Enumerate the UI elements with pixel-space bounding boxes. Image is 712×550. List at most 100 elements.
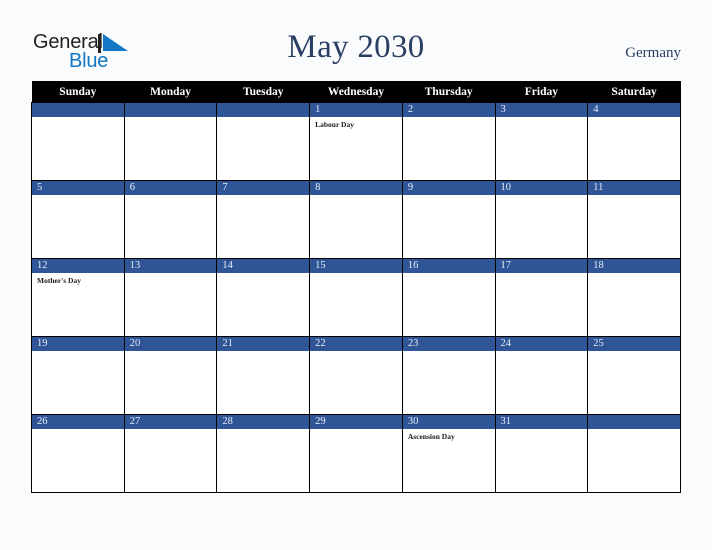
calendar-day-cell[interactable]: 29 (309, 414, 403, 493)
calendar-day-cell[interactable]: 1 Labour Day (309, 102, 403, 181)
day-events (125, 195, 217, 198)
day-number: 21 (217, 337, 310, 351)
day-number: 11 (588, 181, 680, 195)
calendar-body: 1 Labour Day 2 3 4 5 6 7 8 9 10 11 12 Mother's Day 13 1… (31, 102, 681, 493)
day-events (588, 351, 680, 354)
day-events (496, 195, 588, 198)
calendar-day-cell[interactable]: 19 (31, 336, 125, 415)
day-number: 29 (310, 415, 402, 429)
weekday-header-monday: Monday (124, 81, 217, 103)
calendar-day-cell[interactable]: 15 (309, 258, 403, 337)
day-number: 28 (217, 415, 310, 429)
weekday-header-row: Sunday Monday Tuesday Wednesday Thursday… (31, 81, 681, 103)
page-header: General Blue May 2030 Germany (0, 0, 712, 81)
day-number: 2 (402, 103, 495, 117)
calendar-empty-cell[interactable] (31, 102, 125, 181)
day-events (403, 351, 495, 354)
weekday-header-wednesday: Wednesday (309, 81, 403, 103)
day-number: 25 (588, 337, 680, 351)
day-number: 20 (124, 337, 217, 351)
day-number: 4 (588, 103, 680, 117)
day-events (32, 195, 124, 198)
calendar-day-cell[interactable]: 21 (216, 336, 311, 415)
calendar-day-cell[interactable]: 10 (494, 180, 589, 259)
weekday-header-saturday: Saturday (587, 81, 681, 103)
weekday-header-friday: Friday (495, 81, 588, 103)
calendar-day-cell[interactable]: 11 (587, 180, 681, 259)
calendar-day-cell[interactable]: 27 (123, 414, 218, 493)
page-title: May 2030 (287, 29, 425, 65)
day-number (32, 103, 124, 117)
day-events (496, 429, 588, 432)
day-events (588, 117, 680, 120)
day-events (310, 195, 402, 198)
day-number: 9 (402, 181, 495, 195)
day-number: 10 (495, 181, 588, 195)
calendar-day-cell[interactable]: 9 (401, 180, 496, 259)
calendar-empty-cell[interactable] (123, 102, 218, 181)
day-events (496, 273, 588, 276)
day-events: Mother's Day (32, 273, 124, 286)
calendar-day-cell[interactable]: 12 Mother's Day (31, 258, 125, 337)
day-number: 3 (495, 103, 588, 117)
calendar-week-row: 26 27 28 29 30 Ascension Day 31 (31, 414, 681, 493)
day-number: 15 (310, 259, 402, 273)
calendar-day-cell[interactable]: 26 (31, 414, 125, 493)
country-label: Germany (625, 45, 681, 61)
day-events (32, 351, 124, 354)
calendar-week-row: 19 20 21 22 23 24 25 (31, 336, 681, 415)
day-number: 18 (588, 259, 680, 273)
day-events (125, 117, 217, 120)
calendar-week-row: 1 Labour Day 2 3 4 (31, 102, 681, 181)
calendar-page: General Blue May 2030 Germany Sunday Mon… (0, 0, 712, 550)
calendar-day-cell[interactable]: 16 (401, 258, 496, 337)
calendar-day-cell[interactable]: 31 (494, 414, 589, 493)
day-number: 1 (310, 103, 402, 117)
day-number: 30 (402, 415, 495, 429)
day-events (217, 351, 309, 354)
day-number: 16 (402, 259, 495, 273)
calendar-day-cell[interactable]: 24 (494, 336, 589, 415)
calendar-empty-cell[interactable] (216, 102, 311, 181)
day-events: Ascension Day (403, 429, 495, 442)
calendar-day-cell[interactable]: 23 (401, 336, 496, 415)
calendar-day-cell[interactable]: 6 (123, 180, 218, 259)
calendar-day-cell[interactable]: 17 (494, 258, 589, 337)
day-number: 13 (124, 259, 217, 273)
calendar-day-cell[interactable]: 18 (587, 258, 681, 337)
day-number: 19 (32, 337, 124, 351)
calendar-day-cell[interactable]: 14 (216, 258, 311, 337)
event-label: Labour Day (315, 120, 354, 129)
day-events (125, 429, 217, 432)
event-label: Mother's Day (37, 276, 81, 285)
calendar-day-cell[interactable]: 22 (309, 336, 403, 415)
calendar-day-cell[interactable]: 20 (123, 336, 218, 415)
calendar-day-cell[interactable]: 7 (216, 180, 311, 259)
day-events (217, 429, 309, 432)
calendar-day-cell[interactable]: 25 (587, 336, 681, 415)
calendar-day-cell[interactable]: 8 (309, 180, 403, 259)
calendar-day-cell[interactable]: 13 (123, 258, 218, 337)
calendar-day-cell[interactable]: 30 Ascension Day (401, 414, 496, 493)
calendar-week-row: 12 Mother's Day 13 14 15 16 17 18 (31, 258, 681, 337)
day-number: 12 (32, 259, 124, 273)
day-events (310, 273, 402, 276)
day-events (125, 273, 217, 276)
calendar-day-cell[interactable]: 2 (401, 102, 496, 181)
calendar-weekday-header: Sunday Monday Tuesday Wednesday Thursday… (31, 81, 681, 103)
day-number: 31 (495, 415, 588, 429)
day-number: 24 (495, 337, 588, 351)
calendar-day-cell[interactable]: 5 (31, 180, 125, 259)
day-events (125, 351, 217, 354)
day-number: 7 (217, 181, 310, 195)
calendar-empty-cell[interactable] (587, 414, 681, 493)
day-events (310, 351, 402, 354)
calendar-day-cell[interactable]: 3 (494, 102, 589, 181)
day-events (588, 273, 680, 276)
day-number: 6 (124, 181, 217, 195)
calendar-day-cell[interactable]: 4 (587, 102, 681, 181)
day-events (496, 117, 588, 120)
weekday-header-sunday: Sunday (31, 81, 125, 103)
calendar-day-cell[interactable]: 28 (216, 414, 311, 493)
day-number: 17 (495, 259, 588, 273)
